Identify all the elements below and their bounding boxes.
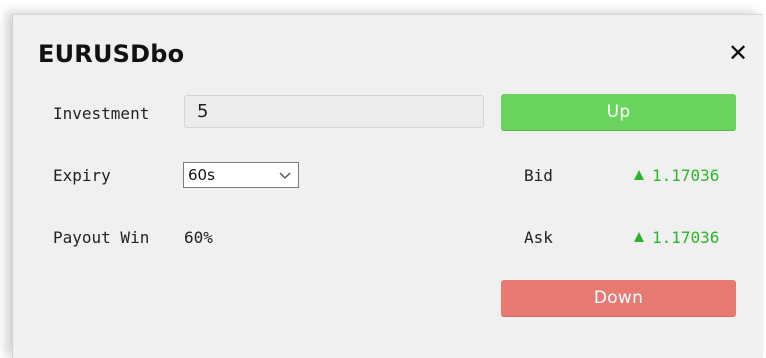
payout-value: 60% — [184, 228, 213, 247]
up-triangle-icon — [634, 170, 644, 180]
down-button[interactable]: Down — [501, 280, 736, 317]
investment-input[interactable] — [184, 95, 484, 128]
bid-price: 1.17036 — [634, 166, 719, 186]
up-triangle-icon — [634, 232, 644, 242]
ask-label: Ask — [524, 228, 553, 247]
chevron-down-icon — [279, 172, 291, 179]
ask-value: 1.17036 — [652, 228, 720, 247]
bid-label: Bid — [524, 166, 553, 185]
dialog-title: EURUSDbo — [38, 40, 185, 68]
payout-label: Payout Win — [53, 228, 150, 247]
investment-label: Investment — [53, 104, 150, 123]
close-icon[interactable]: ✕ — [724, 38, 752, 68]
expiry-select[interactable]: 60s — [183, 162, 299, 188]
up-button[interactable]: Up — [501, 94, 736, 131]
expiry-selected-value: 60s — [188, 166, 215, 184]
ask-price: 1.17036 — [634, 228, 719, 248]
expiry-label: Expiry — [53, 166, 111, 185]
bid-value: 1.17036 — [652, 166, 720, 185]
